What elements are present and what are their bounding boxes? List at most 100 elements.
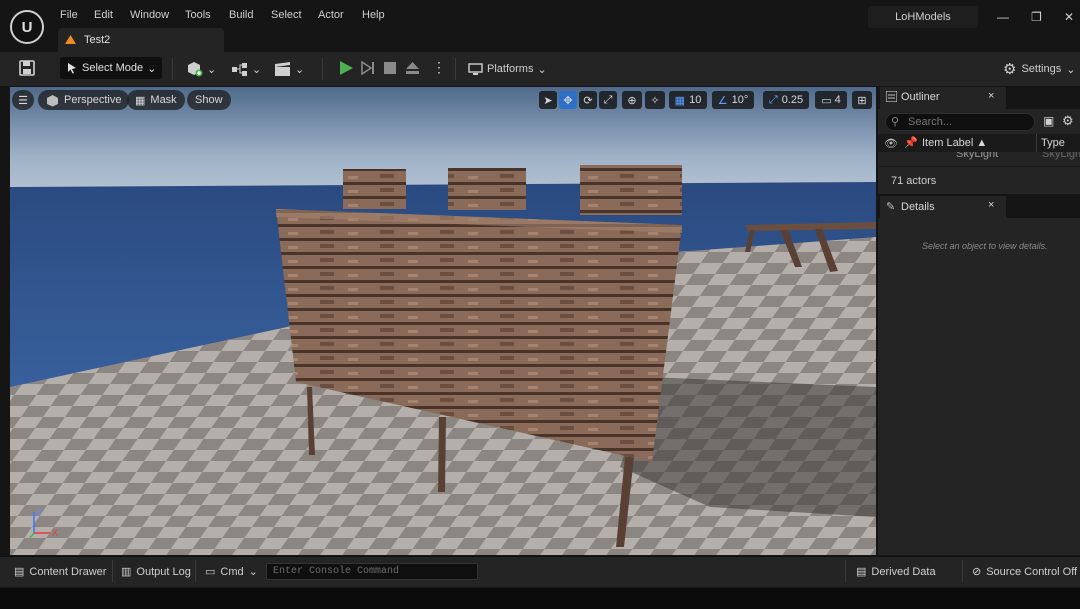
mask-label: Mask — [150, 94, 177, 106]
menu-file[interactable]: File — [60, 9, 78, 21]
cmd-dropdown[interactable]: ▭ Cmd ⌄ — [205, 565, 258, 579]
layout-icon: ⊞ — [857, 94, 867, 107]
chevron-down-icon: ⌄ — [537, 63, 547, 76]
source-control-button[interactable]: ⊘ Source Control Off — [972, 565, 1078, 579]
step-icon[interactable] — [361, 61, 375, 75]
settings-button[interactable]: ⚙ Settings ⌄ — [1003, 58, 1075, 80]
toolbar-separator — [455, 58, 456, 80]
outliner-search-input[interactable]: Search... — [885, 113, 1035, 131]
scale-icon: ⤢ — [603, 93, 613, 106]
menu-help[interactable]: Help — [362, 9, 385, 21]
select-arrow-icon — [68, 63, 76, 74]
rotation-snap-button[interactable]: ∠ 10° — [712, 91, 754, 109]
scale-tool-button[interactable]: ⤢ — [599, 91, 617, 109]
mask-button[interactable]: ▦ Mask — [127, 90, 185, 110]
chevron-down-icon: ⌄ — [207, 63, 217, 76]
angle-icon: ∠ — [717, 94, 728, 107]
content-drawer-button[interactable]: ▤ Content Drawer — [14, 565, 106, 579]
restore-button[interactable]: ❐ — [1031, 10, 1042, 24]
chevron-down-icon: ⌄ — [147, 62, 157, 75]
save-icon[interactable] — [19, 60, 35, 76]
level-viewport[interactable] — [10, 87, 876, 555]
level-tab-label: Test2 — [84, 34, 111, 46]
menu-select[interactable]: Select — [271, 9, 302, 21]
axis-z-label: Z — [36, 507, 42, 517]
output-log-button[interactable]: ▥ Output Log — [121, 565, 191, 579]
globe-icon: ⊕ — [627, 94, 637, 107]
search-icon: ⚲ — [891, 116, 900, 128]
translate-tool-button[interactable]: ✥ — [559, 91, 577, 109]
menu-window[interactable]: Window — [130, 9, 169, 21]
close-details-icon[interactable]: × — [988, 199, 994, 211]
menu-build[interactable]: Build — [229, 9, 253, 21]
close-outliner-icon[interactable]: × — [988, 90, 994, 102]
surface-snap-button[interactable]: ✧ — [645, 91, 665, 109]
add-folder-icon[interactable]: ▣ — [1043, 114, 1054, 128]
toolbar-separator — [322, 58, 323, 80]
unreal-logo-icon[interactable]: U — [10, 10, 44, 44]
viewport-layout-button[interactable]: ⊞ — [852, 91, 872, 109]
type-column[interactable]: Type — [1041, 137, 1065, 149]
cmd-label: Cmd — [220, 565, 244, 578]
menu-actor[interactable]: Actor — [318, 9, 344, 21]
derived-data-icon: ▤ — [856, 566, 867, 578]
world-local-button[interactable]: ⊕ — [622, 91, 642, 109]
chevron-down-icon: ⌄ — [1066, 63, 1076, 76]
source-control-label: Source Control Off — [986, 565, 1078, 578]
perspective-button[interactable]: Perspective — [38, 90, 130, 110]
derived-data-button[interactable]: ▤ Derived Data — [856, 565, 936, 579]
rotation-snap-value: 10° — [731, 94, 749, 106]
outliner-settings-icon[interactable]: ⚙ — [1062, 113, 1074, 129]
scene-render[interactable] — [10, 87, 876, 555]
platforms-dropdown[interactable]: Platforms ⌄ — [468, 58, 547, 80]
select-tool-button[interactable]: ➤ — [539, 91, 557, 109]
perspective-label: Perspective — [64, 94, 122, 106]
details-empty-message: Select an object to view details. — [922, 241, 1048, 251]
camera-icon: ▭ — [821, 94, 832, 107]
level-icon — [65, 35, 76, 44]
level-tab[interactable] — [58, 28, 224, 52]
chevron-down-icon: ⌄ — [295, 63, 305, 76]
pin-icon[interactable]: 📌 — [904, 136, 918, 149]
select-mode-label: Select Mode — [82, 62, 144, 74]
log-icon: ▥ — [121, 566, 132, 578]
derived-data-label: Derived Data — [871, 565, 936, 578]
outliner-row[interactable]: SkyLight SkyLight — [878, 152, 1080, 162]
more-options-icon[interactable]: ⋮ — [432, 59, 446, 76]
cursor-icon: ➤ — [543, 94, 553, 107]
camera-speed-button[interactable]: ▭ 4 — [815, 91, 847, 109]
item-label-column[interactable]: Item Label ▲ — [922, 137, 987, 149]
cinematics-button[interactable]: ⌄ — [274, 58, 304, 80]
select-mode-dropdown[interactable]: Select Mode ⌄ — [60, 57, 162, 79]
grid-icon: ▦ — [674, 94, 686, 107]
minimize-button[interactable]: — — [997, 10, 1009, 24]
play-icon[interactable] — [338, 60, 354, 76]
eject-icon[interactable] — [405, 61, 420, 75]
viewport-menu-button[interactable]: ☰ — [12, 90, 34, 110]
source-control-icon: ⊘ — [972, 566, 982, 578]
status-separator — [195, 560, 196, 582]
scale-snap-button[interactable]: ⤢ 0.25 — [763, 91, 809, 109]
visibility-eye-icon[interactable]: 👁 — [884, 137, 898, 150]
column-divider — [1036, 134, 1037, 152]
outliner-icon — [886, 91, 897, 102]
show-button[interactable]: Show — [187, 90, 231, 110]
rotate-tool-button[interactable]: ⟳ — [579, 91, 597, 109]
bottom-edge — [0, 588, 1080, 609]
close-button[interactable]: ✕ — [1064, 10, 1074, 24]
stop-icon[interactable] — [384, 62, 396, 74]
add-actor-button[interactable]: ⌄ — [186, 58, 216, 80]
blueprint-button[interactable]: ⌄ — [231, 58, 261, 80]
console-input[interactable]: Enter Console Command — [266, 563, 478, 580]
menu-edit[interactable]: Edit — [94, 9, 113, 21]
move-icon: ✥ — [563, 94, 573, 107]
status-separator — [845, 560, 846, 582]
grid-snap-value: 10 — [689, 94, 702, 106]
actor-count: 71 actors — [891, 175, 937, 187]
menu-tools[interactable]: Tools — [185, 9, 211, 21]
surface-snap-icon: ✧ — [650, 94, 660, 107]
platforms-label: Platforms — [487, 63, 534, 75]
status-separator — [112, 560, 113, 582]
grid-snap-button[interactable]: ▦ 10 — [669, 91, 707, 109]
terminal-icon: ▭ — [205, 566, 216, 578]
